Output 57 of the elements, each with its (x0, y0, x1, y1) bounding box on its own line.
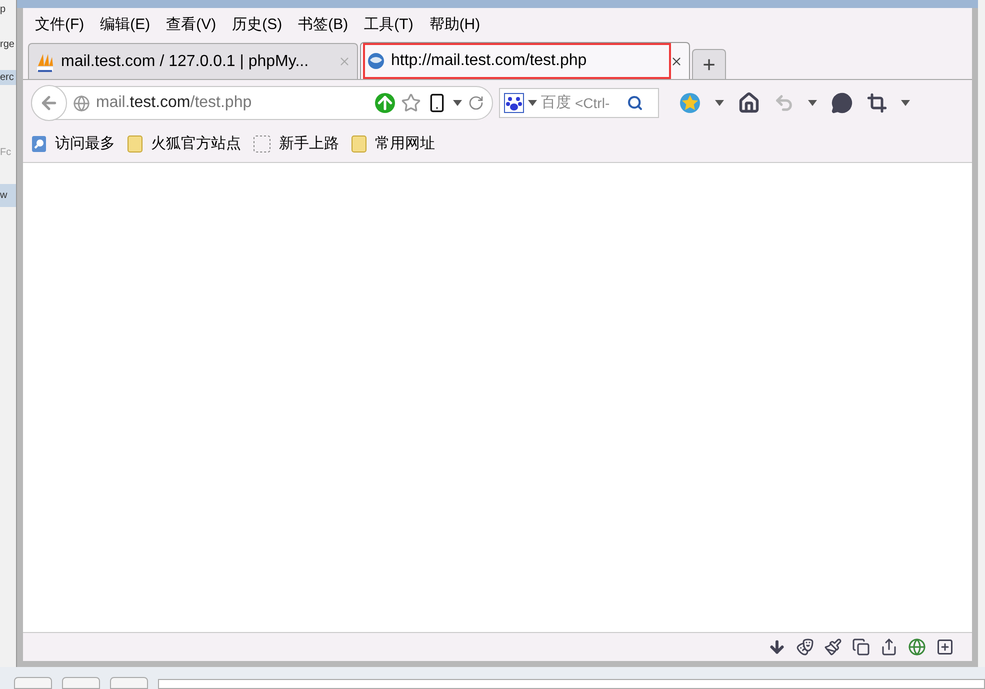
add-icon[interactable] (936, 638, 954, 656)
home-icon[interactable] (738, 92, 760, 114)
fragment-text: Fc (0, 146, 12, 160)
star-badge-icon[interactable] (679, 92, 701, 114)
close-icon[interactable] (670, 54, 683, 68)
tab-title: http://mail.test.com/test.php (391, 51, 588, 71)
dropdown-caret-icon[interactable] (901, 100, 910, 106)
browser-tab[interactable]: http://mail.test.com/test.php (360, 42, 690, 79)
bookmark-item[interactable]: 访问最多 (31, 132, 115, 156)
paw-icon[interactable] (504, 93, 524, 113)
fragment-text: w (0, 184, 16, 207)
dashed-square-icon (253, 135, 271, 153)
globe-page-icon (367, 52, 385, 70)
globe-icon[interactable] (908, 638, 926, 656)
dropdown-caret-icon[interactable] (808, 100, 817, 106)
crop-icon[interactable] (867, 93, 887, 113)
fragment-text: rge (0, 38, 16, 52)
menu-item[interactable]: 文件(F) (29, 14, 90, 36)
menu-item[interactable]: 编辑(E) (94, 14, 156, 36)
back-button[interactable] (31, 85, 67, 121)
folder-icon (351, 135, 367, 153)
menu-item[interactable]: 帮助(H) (423, 14, 486, 36)
bookmark-item[interactable]: 火狐官方站点 (127, 132, 241, 156)
search-field[interactable]: 百度 <Ctrl- (499, 88, 659, 118)
reload-icon[interactable] (468, 95, 484, 111)
text-field[interactable] (158, 679, 985, 689)
bookmark-item[interactable]: 新手上路 (253, 132, 339, 156)
windows-icon[interactable] (852, 638, 870, 656)
folder-search-icon (31, 135, 47, 153)
folder-icon (127, 135, 143, 153)
dropdown-caret-icon[interactable] (528, 100, 537, 106)
fragment-text: p (0, 3, 7, 17)
tab-title: mail.test.com / 127.0.0.1 | phpMy... (61, 52, 310, 72)
back-arrow-icon (39, 93, 59, 113)
sail-logo-icon (35, 52, 55, 72)
star-icon[interactable] (401, 93, 421, 113)
menu-item[interactable]: 历史(S) (226, 14, 288, 36)
fragment-text: erc (0, 70, 16, 85)
dropdown-caret-icon[interactable] (715, 100, 724, 106)
mask-icon[interactable] (796, 638, 814, 656)
menu-item[interactable]: 工具(T) (358, 14, 420, 36)
new-tab-button[interactable]: + (692, 49, 726, 79)
menu-item[interactable]: 书签(B) (292, 14, 354, 36)
menu-item[interactable]: 查看(V) (160, 14, 222, 36)
bookmark-item[interactable]: 常用网址 (351, 132, 435, 156)
dropdown-caret-icon[interactable] (453, 100, 462, 106)
chat-icon[interactable] (831, 92, 853, 114)
search-input[interactable]: <Ctrl- (575, 92, 623, 114)
search-engine-name: 百度 (541, 92, 571, 113)
url-text: mail.test.com/test.php (96, 93, 253, 113)
search-icon[interactable] (627, 95, 643, 111)
share-icon[interactable] (880, 638, 898, 656)
download-icon[interactable] (768, 638, 786, 656)
address-field[interactable]: mail.test.com/test.php (31, 86, 493, 120)
brush-icon[interactable] (824, 638, 842, 656)
browser-tab[interactable]: mail.test.com / 127.0.0.1 | phpMy... (28, 43, 358, 79)
globe-icon (73, 94, 90, 112)
